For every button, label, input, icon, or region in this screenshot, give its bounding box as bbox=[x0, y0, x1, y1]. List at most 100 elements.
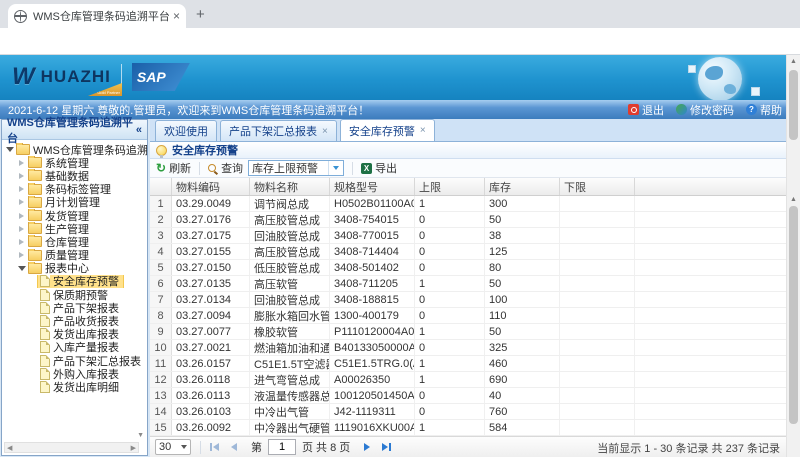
column-header-lower-limit[interactable]: 下限 bbox=[560, 178, 635, 195]
tree-collapsed-icon[interactable] bbox=[17, 173, 26, 179]
tree-item-生产管理[interactable]: 生产管理 bbox=[2, 222, 147, 235]
cell-no: 7 bbox=[150, 292, 172, 307]
help-button[interactable]: ? 帮助 bbox=[746, 102, 782, 118]
cell-spec: 100120501450AB0A bbox=[330, 388, 415, 403]
cell-stock: 584 bbox=[485, 420, 560, 435]
query-button[interactable]: 查询 bbox=[208, 160, 243, 176]
table-row[interactable]: 703.27.0134回油胶管总成3408-1888150100 bbox=[150, 292, 786, 308]
tree-item-报表中心[interactable]: 报表中心 bbox=[2, 262, 147, 275]
last-page-button[interactable] bbox=[382, 443, 391, 451]
tab-欢迎使用[interactable]: 欢迎使用 bbox=[155, 120, 217, 141]
page-size-select[interactable]: 30 bbox=[155, 439, 191, 455]
tree-item-发货管理[interactable]: 发货管理 bbox=[2, 209, 147, 222]
tree-collapsed-icon[interactable] bbox=[17, 199, 26, 205]
sidebar-horizontal-scrollbar[interactable]: ◀ ▶ bbox=[4, 442, 139, 453]
column-header-material-name[interactable]: 物料名称 bbox=[250, 178, 330, 195]
column-header-stock[interactable]: 库存 bbox=[485, 178, 560, 195]
cell-code: 03.27.0176 bbox=[172, 212, 250, 227]
tree-item-产品收货报表[interactable]: 产品收货报表 bbox=[2, 314, 147, 327]
table-row[interactable]: 1003.27.0021燃油箱加油和通风软管B40133050000AA0325 bbox=[150, 340, 786, 356]
vertical-scrollbar[interactable]: ▲ ▲ bbox=[786, 55, 800, 457]
table-row[interactable]: 1303.26.0113液温量传感器总成100120501450AB0A040 bbox=[150, 388, 786, 404]
cell-lower bbox=[560, 420, 635, 435]
cell-upper: 0 bbox=[415, 212, 485, 227]
browser-tab[interactable]: WMS仓库管理条码追溯平台 × bbox=[8, 4, 186, 28]
table-row[interactable]: 603.27.0135高压软管3408-711205150 bbox=[150, 276, 786, 292]
tree-item-月计划管理[interactable]: 月计划管理 bbox=[2, 196, 147, 209]
scroll-left-icon[interactable]: ◀ bbox=[7, 444, 12, 452]
column-header-material-code[interactable]: 物料编码 bbox=[172, 178, 250, 195]
tree-item-仓库管理[interactable]: 仓库管理 bbox=[2, 235, 147, 248]
scroll-up-icon[interactable]: ▲ bbox=[787, 58, 800, 65]
tree-expanded-icon[interactable] bbox=[17, 266, 26, 271]
first-page-button[interactable] bbox=[210, 443, 219, 451]
tree-item-WMS仓库管理条码追溯系统[interactable]: WMS仓库管理条码追溯系统 bbox=[2, 143, 147, 156]
sidebar-scroll-up-icon[interactable]: ▲ bbox=[137, 143, 144, 150]
cell-stock: 460 bbox=[485, 356, 560, 371]
table-row[interactable]: 203.27.0176高压胶管总成3408-754015050 bbox=[150, 212, 786, 228]
tree-item-外购入库报表[interactable]: 外购入库报表 bbox=[2, 367, 147, 380]
cell-lower bbox=[560, 372, 635, 387]
tree-item-安全库存预警[interactable]: 安全库存预警 bbox=[2, 275, 147, 288]
table-row[interactable]: 1103.26.0157C51E1.5T空滤器出气管C51E1.5TRG.0(A… bbox=[150, 356, 786, 372]
tree-item-条码标签管理[interactable]: 条码标签管理 bbox=[2, 183, 147, 196]
next-page-button[interactable] bbox=[364, 443, 370, 451]
table-row[interactable]: 403.27.0155高压胶管总成3408-7144040125 bbox=[150, 244, 786, 260]
refresh-button[interactable]: ↻ 刷新 bbox=[156, 160, 191, 176]
export-button[interactable]: X 导出 bbox=[361, 160, 397, 176]
warning-type-select[interactable]: 库存上限预警 bbox=[248, 160, 344, 176]
record-count-status: 当前显示 1 - 30 条记录 共 237 条记录 bbox=[597, 437, 780, 457]
table-row[interactable]: 303.27.0175回油胶管总成3408-770015038 bbox=[150, 228, 786, 244]
tab-安全库存预警[interactable]: 安全库存预警× bbox=[340, 119, 435, 141]
tree-collapsed-icon[interactable] bbox=[17, 160, 26, 166]
logout-button[interactable]: 退出 bbox=[628, 102, 664, 118]
scroll-right-icon[interactable]: ▶ bbox=[131, 444, 136, 452]
table-row[interactable]: 503.27.0150低压胶管总成3408-501402080 bbox=[150, 260, 786, 276]
tree-collapsed-icon[interactable] bbox=[17, 186, 26, 192]
grid-scrollbar-thumb[interactable] bbox=[789, 206, 798, 424]
tree-collapsed-icon[interactable] bbox=[17, 213, 26, 219]
grid-body: 103.29.0049调节阀总成H0502B01100A01300203.27.… bbox=[150, 196, 786, 436]
table-row[interactable]: 1503.26.0092中冷器出气硬管总成1119016XKU00A1584 bbox=[150, 420, 786, 436]
tree-item-发货出库明细[interactable]: 发货出库明细 bbox=[2, 380, 147, 393]
browser-toolbar: ← → ⟳ ⓘ localhost:8090/MCHWMS/frmMain.as… bbox=[0, 28, 800, 55]
tree-item-基础数据[interactable]: 基础数据 bbox=[2, 169, 147, 182]
column-header-upper-limit[interactable]: 上限 bbox=[415, 178, 485, 195]
tree-item-保质期预警[interactable]: 保质期预警 bbox=[2, 288, 147, 301]
prev-page-button[interactable] bbox=[231, 443, 237, 451]
sidebar-collapse-icon[interactable]: « bbox=[136, 124, 142, 136]
cell-code: 03.27.0077 bbox=[172, 324, 250, 339]
sidebar-scroll-down-icon[interactable]: ▼ bbox=[137, 432, 144, 439]
table-row[interactable]: 803.27.0094膨胀水箱回水管总成1300-4001790110 bbox=[150, 308, 786, 324]
scrollbar-thumb[interactable] bbox=[789, 70, 798, 140]
new-tab-button[interactable]: + bbox=[196, 6, 205, 23]
tree-item-发货出库报表[interactable]: 发货出库报表 bbox=[2, 328, 147, 341]
tree-item-产品下架汇总报表[interactable]: 产品下架汇总报表 bbox=[2, 354, 147, 367]
cell-filler bbox=[635, 388, 786, 403]
tree-expanded-icon[interactable] bbox=[5, 147, 14, 152]
tree-item-质量管理[interactable]: 质量管理 bbox=[2, 249, 147, 262]
cell-code: 03.26.0092 bbox=[172, 420, 250, 435]
table-row[interactable]: 103.29.0049调节阀总成H0502B01100A01300 bbox=[150, 196, 786, 212]
grid-scroll-up-icon[interactable]: ▲ bbox=[787, 196, 800, 203]
tree-item-入库产量报表[interactable]: 入库产量报表 bbox=[2, 341, 147, 354]
tree-item-系统管理[interactable]: 系统管理 bbox=[2, 156, 147, 169]
page-number-input[interactable] bbox=[268, 439, 296, 455]
close-tab-icon[interactable]: × bbox=[322, 126, 328, 137]
tree-collapsed-icon[interactable] bbox=[17, 252, 26, 258]
table-row[interactable]: 1403.26.0103中冷出气管J42-11193110760 bbox=[150, 404, 786, 420]
change-password-button[interactable]: 修改密码 bbox=[676, 102, 734, 118]
logout-icon bbox=[628, 104, 639, 115]
tree-collapsed-icon[interactable] bbox=[17, 239, 26, 245]
tree-item-产品下架报表[interactable]: 产品下架报表 bbox=[2, 301, 147, 314]
cell-code: 03.27.0021 bbox=[172, 340, 250, 355]
cell-name: 中冷出气管 bbox=[250, 404, 330, 419]
table-row[interactable]: 1203.26.0118进气弯管总成A000263501690 bbox=[150, 372, 786, 388]
cell-no: 14 bbox=[150, 404, 172, 419]
tab-产品下架汇总报表[interactable]: 产品下架汇总报表× bbox=[220, 120, 337, 141]
table-row[interactable]: 903.27.0077橡胶软管P1110120004A0150 bbox=[150, 324, 786, 340]
close-tab-icon[interactable]: × bbox=[420, 125, 426, 136]
close-tab-icon[interactable]: × bbox=[173, 9, 180, 23]
tree-collapsed-icon[interactable] bbox=[17, 226, 26, 232]
column-header-spec-model[interactable]: 规格型号 bbox=[330, 178, 415, 195]
